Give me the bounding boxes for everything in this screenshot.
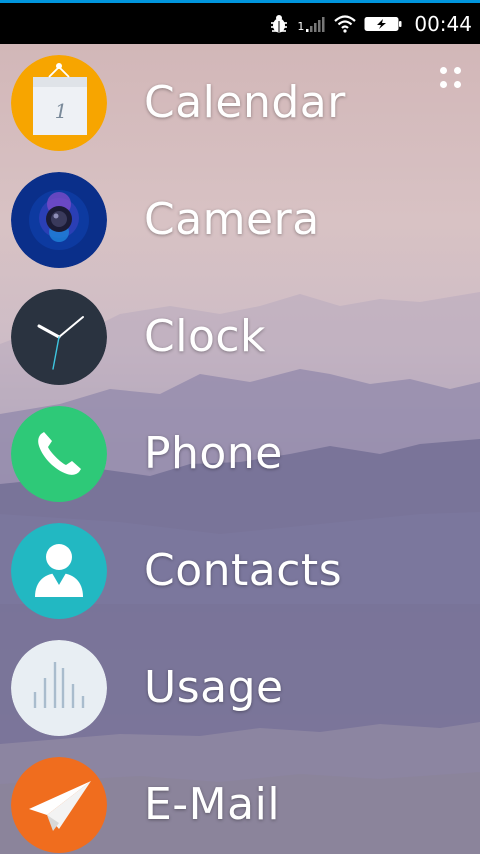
app-label-camera: Camera [144,194,320,245]
email-icon[interactable] [11,756,107,853]
app-label-phone: Phone [144,428,283,479]
app-row-phone[interactable]: Phone [0,395,480,512]
contacts-icon[interactable] [11,522,107,619]
app-label-contacts: Contacts [144,545,343,596]
sim-label: 1 [297,20,305,33]
camera-icon[interactable] [11,171,107,268]
calendar-icon[interactable]: 1 [11,54,107,151]
app-row-calendar[interactable]: 1 Calendar [0,44,480,161]
bug-icon [269,14,289,34]
app-row-clock[interactable]: Clock [0,278,480,395]
phone-icon[interactable] [11,405,107,502]
app-label-usage: Usage [144,662,284,713]
status-bar: 1 00:44 [0,3,480,44]
app-row-usage[interactable]: Usage [0,629,480,746]
app-label-calendar: Calendar [144,77,346,128]
app-row-contacts[interactable]: Contacts [0,512,480,629]
battery-icon [364,16,402,32]
usage-icon[interactable] [11,639,107,736]
calendar-day-text: 1 [55,99,68,123]
app-label-email: E-Mail [144,779,281,830]
app-row-email[interactable]: E-Mail [0,746,480,854]
signal-icon: 1 [297,16,326,33]
app-label-clock: Clock [144,311,267,362]
clock-time: 00:44 [414,11,472,36]
app-row-camera[interactable]: Camera [0,161,480,278]
wifi-icon [334,14,357,33]
clock-icon[interactable] [11,288,107,385]
